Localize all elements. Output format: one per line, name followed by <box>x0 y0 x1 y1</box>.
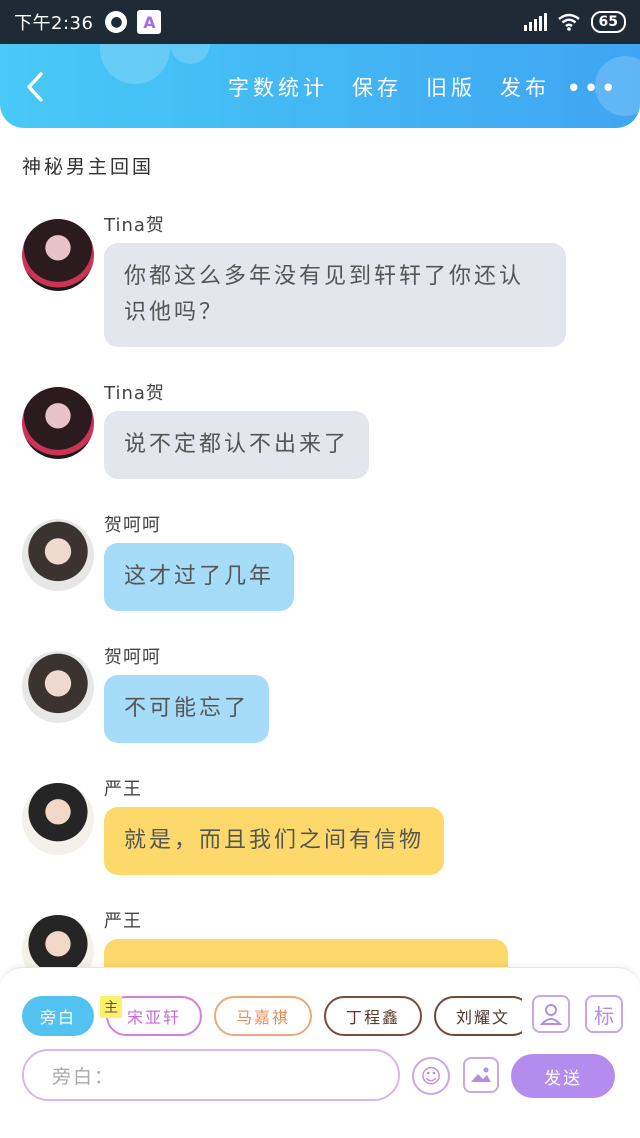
message-bubble[interactable]: 就是，而且我们之间有信物 <box>104 807 445 875</box>
message-body: 严王 <box>104 901 508 967</box>
send-button[interactable]: 发送 <box>511 1054 615 1098</box>
publish-button[interactable]: 发布 <box>500 72 550 102</box>
message-sender: Tina贺 <box>104 215 165 236</box>
avatar[interactable] <box>22 219 94 291</box>
message-body: Tina贺 说不定都认不出来了 <box>104 373 370 479</box>
status-bar: 下午2:36 ● A 65 <box>0 0 640 44</box>
message-sender: 贺呵呵 <box>104 647 161 668</box>
story-title: 神秘男主回国 <box>22 156 155 178</box>
message-item[interactable]: 严王 <box>0 901 640 967</box>
message-bubble[interactable]: 说不定都认不出来了 <box>104 411 370 479</box>
emoji-button[interactable]: ☺ <box>412 1057 450 1095</box>
message-item[interactable]: 严王 就是，而且我们之间有信物 <box>0 769 640 875</box>
message-item[interactable]: 贺呵呵 不可能忘了 <box>0 637 640 743</box>
header-actions: 字数统计 保存 旧版 发布 <box>228 72 550 102</box>
status-time: 下午2:36 <box>14 13 94 34</box>
notification-app-icon-2: A <box>137 10 162 34</box>
chevron-left-icon <box>27 72 43 102</box>
avatar[interactable] <box>22 519 94 591</box>
role-chip-narrator[interactable]: 旁白 <box>22 996 94 1036</box>
message-sender: 严王 <box>104 911 142 932</box>
message-item[interactable]: Tina贺 你都这么多年没有见到轩轩了你还认识他吗？ <box>0 205 640 347</box>
save-button[interactable]: 保存 <box>352 72 402 102</box>
person-icon <box>539 1004 563 1025</box>
message-body: 贺呵呵 这才过了几年 <box>104 505 295 611</box>
tag-button[interactable]: 标 <box>585 995 623 1033</box>
message-bubble[interactable]: 你都这么多年没有见到轩轩了你还认识他吗？ <box>104 243 566 347</box>
message-input[interactable]: 旁白： <box>22 1049 400 1101</box>
message-sender: 严王 <box>104 779 142 800</box>
emoji-icon: ☺ <box>420 1064 442 1088</box>
more-button[interactable]: ••• <box>566 74 618 104</box>
word-count-button[interactable]: 字数统计 <box>228 72 328 102</box>
role-manage-button[interactable] <box>532 995 570 1033</box>
back-button[interactable] <box>20 70 50 104</box>
main-character-badge: 主 <box>100 996 122 1018</box>
message-item[interactable]: 贺呵呵 这才过了几年 <box>0 505 640 611</box>
role-chip[interactable]: 马嘉祺 <box>214 996 312 1036</box>
message-sender: Tina贺 <box>104 383 165 404</box>
message-bubble[interactable]: 这才过了几年 <box>104 543 295 611</box>
notification-app-icon: ● <box>105 11 128 33</box>
battery-indicator: 65 <box>590 11 626 33</box>
editor-header: 字数统计 保存 旧版 发布 ••• <box>0 44 640 128</box>
role-chip[interactable]: 丁程鑫 <box>324 996 422 1036</box>
status-right: 65 <box>523 11 626 33</box>
message-bubble[interactable] <box>104 939 508 967</box>
message-item[interactable]: Tina贺 说不定都认不出来了 <box>0 373 640 479</box>
role-chip[interactable]: 刘耀文 <box>434 996 522 1036</box>
avatar[interactable] <box>22 651 94 723</box>
message-bubble[interactable]: 不可能忘了 <box>104 675 270 743</box>
avatar[interactable] <box>22 387 94 459</box>
role-selector: 旁白 宋亚轩 马嘉祺 丁程鑫 刘耀文 <box>22 996 522 1040</box>
signal-icon <box>523 13 547 31</box>
message-sender: 贺呵呵 <box>104 515 161 536</box>
chat-area[interactable]: Tina贺 你都这么多年没有见到轩轩了你还认识他吗？ Tina贺 说不定都认不出… <box>0 205 640 967</box>
image-icon <box>471 1067 491 1082</box>
avatar[interactable] <box>22 783 94 855</box>
wifi-icon <box>557 13 580 31</box>
image-button[interactable] <box>463 1057 499 1093</box>
message-body: Tina贺 你都这么多年没有见到轩轩了你还认识他吗？ <box>104 205 566 347</box>
message-body: 贺呵呵 不可能忘了 <box>104 637 270 743</box>
old-version-button[interactable]: 旧版 <box>426 72 476 102</box>
avatar[interactable] <box>22 915 94 967</box>
message-body: 严王 就是，而且我们之间有信物 <box>104 769 445 875</box>
